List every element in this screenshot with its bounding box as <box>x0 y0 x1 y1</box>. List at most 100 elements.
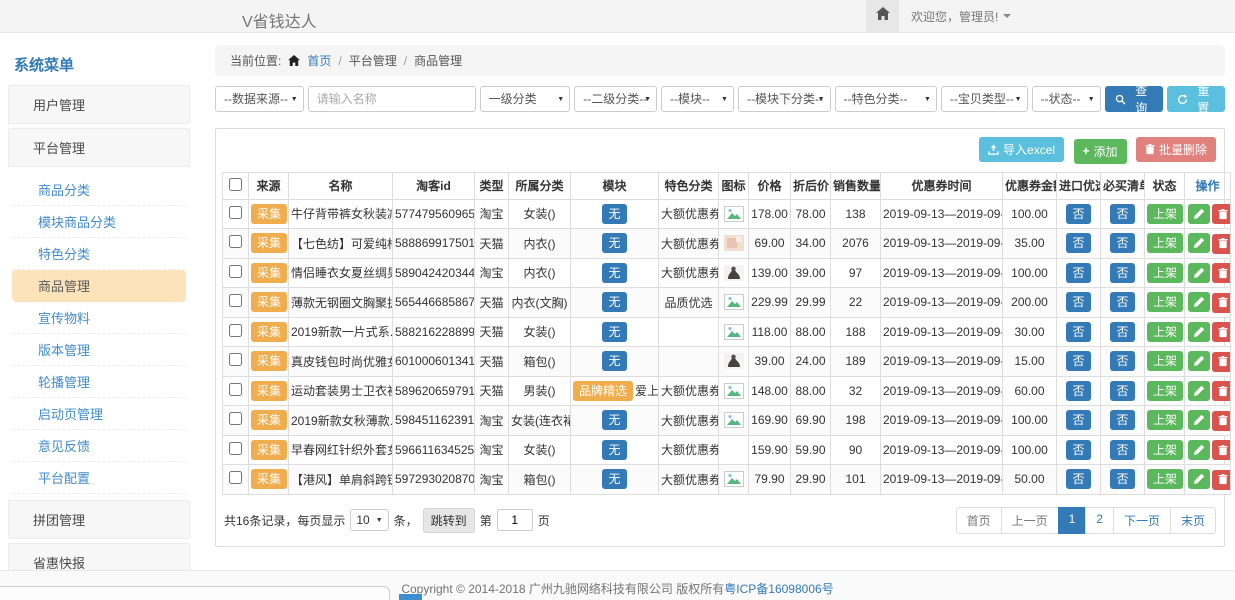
import-select-toggle[interactable]: 否 <box>1066 469 1090 489</box>
row-checkbox[interactable] <box>229 206 242 219</box>
jump-page-input[interactable] <box>497 509 533 531</box>
row-checkbox[interactable] <box>229 412 242 425</box>
edit-button[interactable] <box>1188 351 1210 371</box>
filter-source-select[interactable]: --数据来源--▼ <box>215 86 304 112</box>
sidebar-item-1-7[interactable]: 启动页管理 <box>12 398 186 430</box>
delete-button[interactable] <box>1212 204 1231 224</box>
home-button[interactable] <box>866 0 899 32</box>
sidebar-group-1[interactable]: 平台管理 <box>8 128 190 167</box>
must-buy-toggle[interactable]: 否 <box>1110 233 1134 253</box>
icp-link[interactable]: 粤ICP备16098006号 <box>724 582 833 596</box>
import-excel-button[interactable]: 导入excel <box>979 137 1064 162</box>
page-size-select[interactable]: 10▼ <box>350 509 388 531</box>
sidebar-item-1-5[interactable]: 版本管理 <box>12 334 186 366</box>
row-checkbox[interactable] <box>229 235 242 248</box>
jump-button[interactable]: 跳转到 <box>423 508 475 533</box>
row-checkbox[interactable] <box>229 383 242 396</box>
sidebar-group-2[interactable]: 拼团管理 <box>8 500 190 539</box>
select-all-checkbox[interactable] <box>229 178 242 191</box>
sidebar-item-1-0[interactable]: 商品分类 <box>12 174 186 206</box>
delete-button[interactable] <box>1212 322 1231 342</box>
sidebar-group-3[interactable]: 省惠快报 <box>8 543 190 570</box>
import-select-toggle[interactable]: 否 <box>1066 351 1090 371</box>
delete-button[interactable] <box>1212 440 1231 460</box>
import-select-toggle[interactable]: 否 <box>1066 204 1090 224</box>
filter-cat2-select[interactable]: --二级分类--▼ <box>574 86 657 112</box>
must-buy-toggle[interactable]: 否 <box>1110 263 1134 283</box>
edit-button[interactable] <box>1188 263 1210 283</box>
page-button-上一页[interactable]: 上一页 <box>1001 507 1059 534</box>
delete-button[interactable] <box>1212 234 1231 254</box>
row-checkbox[interactable] <box>229 353 242 366</box>
status-toggle[interactable]: 上架 <box>1147 204 1183 224</box>
name-search-input[interactable] <box>308 86 476 112</box>
breadcrumb-home-link[interactable]: 首页 <box>307 52 331 69</box>
status-toggle[interactable]: 上架 <box>1147 351 1183 371</box>
delete-button[interactable] <box>1212 411 1231 431</box>
status-toggle[interactable]: 上架 <box>1147 292 1183 312</box>
edit-button[interactable] <box>1188 204 1210 224</box>
sidebar-item-1-6[interactable]: 轮播管理 <box>12 366 186 398</box>
import-select-toggle[interactable]: 否 <box>1066 410 1090 430</box>
edit-button[interactable] <box>1188 440 1210 460</box>
must-buy-toggle[interactable]: 否 <box>1110 381 1134 401</box>
import-select-toggle[interactable]: 否 <box>1066 381 1090 401</box>
sidebar-item-1-8[interactable]: 意见反馈 <box>12 430 186 462</box>
filter-item-type-select[interactable]: --宝贝类型--▼ <box>941 86 1028 112</box>
import-select-toggle[interactable]: 否 <box>1066 292 1090 312</box>
must-buy-toggle[interactable]: 否 <box>1110 351 1134 371</box>
page-button-末页[interactable]: 末页 <box>1170 507 1216 534</box>
must-buy-toggle[interactable]: 否 <box>1110 440 1134 460</box>
status-toggle[interactable]: 上架 <box>1147 410 1183 430</box>
must-buy-toggle[interactable]: 否 <box>1110 469 1134 489</box>
user-menu[interactable]: 欢迎您，管理员! <box>911 8 1011 25</box>
search-button[interactable]: 查询 <box>1105 86 1163 112</box>
status-toggle[interactable]: 上架 <box>1147 381 1183 401</box>
sidebar-item-1-1[interactable]: 模块商品分类 <box>12 206 186 238</box>
edit-button[interactable] <box>1188 233 1210 253</box>
import-select-toggle[interactable]: 否 <box>1066 440 1090 460</box>
delete-button[interactable] <box>1212 470 1231 490</box>
sidebar-group-0[interactable]: 用户管理 <box>8 85 190 124</box>
sidebar-item-1-3[interactable]: 商品管理 <box>12 270 186 302</box>
page-button-首页[interactable]: 首页 <box>956 507 1002 534</box>
import-select-toggle[interactable]: 否 <box>1066 322 1090 342</box>
edit-button[interactable] <box>1188 322 1210 342</box>
filter-status-select[interactable]: --状态--▼ <box>1032 86 1101 112</box>
delete-button[interactable] <box>1212 352 1231 372</box>
row-checkbox[interactable] <box>229 294 242 307</box>
delete-button[interactable] <box>1212 263 1231 283</box>
status-toggle[interactable]: 上架 <box>1147 322 1183 342</box>
page-button-1[interactable]: 1 <box>1058 507 1087 534</box>
edit-button[interactable] <box>1188 292 1210 312</box>
filter-module-sub-select[interactable]: --模块下分类--▼ <box>738 86 831 112</box>
status-toggle[interactable]: 上架 <box>1147 469 1183 489</box>
page-button-2[interactable]: 2 <box>1085 507 1114 534</box>
row-checkbox[interactable] <box>229 442 242 455</box>
delete-button[interactable] <box>1212 381 1231 401</box>
sidebar-item-1-2[interactable]: 特色分类 <box>12 238 186 270</box>
must-buy-toggle[interactable]: 否 <box>1110 292 1134 312</box>
status-toggle[interactable]: 上架 <box>1147 440 1183 460</box>
edit-button[interactable] <box>1188 469 1210 489</box>
edit-button[interactable] <box>1188 410 1210 430</box>
add-button[interactable]: + 添加 <box>1074 139 1127 164</box>
must-buy-toggle[interactable]: 否 <box>1110 204 1134 224</box>
status-toggle[interactable]: 上架 <box>1147 233 1183 253</box>
delete-button[interactable] <box>1212 293 1231 313</box>
row-checkbox[interactable] <box>229 265 242 278</box>
page-button-下一页[interactable]: 下一页 <box>1113 507 1171 534</box>
must-buy-toggle[interactable]: 否 <box>1110 410 1134 430</box>
must-buy-toggle[interactable]: 否 <box>1110 322 1134 342</box>
row-checkbox[interactable] <box>229 471 242 484</box>
sidebar-item-1-9[interactable]: 平台配置 <box>12 462 186 494</box>
filter-feature-select[interactable]: --特色分类--▼ <box>835 86 937 112</box>
import-select-toggle[interactable]: 否 <box>1066 263 1090 283</box>
filter-cat1-select[interactable]: 一级分类▼ <box>480 86 571 112</box>
reset-button[interactable]: 重置 <box>1167 86 1225 112</box>
status-toggle[interactable]: 上架 <box>1147 263 1183 283</box>
sidebar-item-1-4[interactable]: 宣传物料 <box>12 302 186 334</box>
filter-module-select[interactable]: --模块--▼ <box>661 86 734 112</box>
import-select-toggle[interactable]: 否 <box>1066 233 1090 253</box>
batch-delete-button[interactable]: 批量删除 <box>1136 137 1216 162</box>
